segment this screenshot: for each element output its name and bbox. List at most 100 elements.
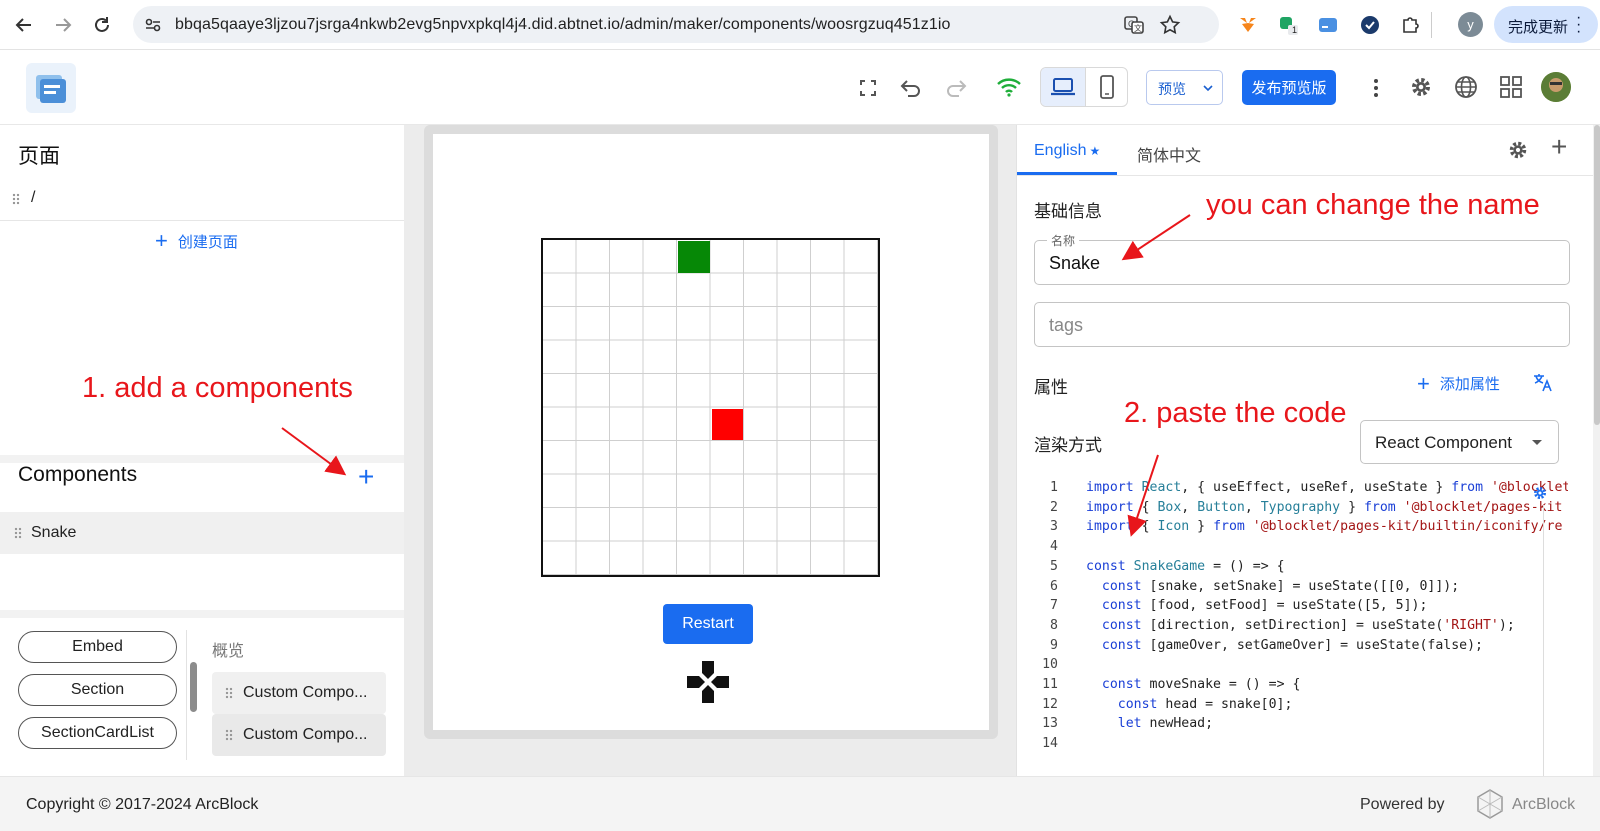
preview-select[interactable]: 预览 <box>1146 70 1223 105</box>
code-line: 10 <box>1034 657 1568 677</box>
name-field[interactable]: 名称 Snake <box>1034 232 1570 285</box>
render-mode-value: React Component <box>1375 433 1513 452</box>
line-number: 6 <box>1050 578 1058 594</box>
add-property-button[interactable]: + 添加属性 <box>1417 372 1500 394</box>
custom-component-label: Custom Compo... <box>243 726 368 743</box>
page-item-root[interactable]: / <box>12 189 35 210</box>
left-panel: 页面 / + 创建页面 Components + Snake Embed Sec… <box>0 125 404 776</box>
globe-icon[interactable] <box>1451 72 1481 102</box>
gear-icon[interactable] <box>1406 72 1436 102</box>
unsaved-star-icon: ★ <box>1089 144 1101 158</box>
palette-item-section[interactable]: Section <box>18 674 177 706</box>
restart-button[interactable]: Restart <box>663 604 753 644</box>
code-line: 5 const SnakeGame = () => { <box>1034 559 1568 579</box>
canvas-area: Restart <box>404 125 1016 776</box>
metamask-extension-icon[interactable] <box>1236 13 1260 37</box>
code-line: 2 import { Box, Button, Typography } from… <box>1034 500 1568 520</box>
gamepad-icon <box>685 659 731 710</box>
redo-icon[interactable] <box>941 73 971 103</box>
plus-icon: + <box>155 228 168 253</box>
tabs-divider <box>1017 175 1600 176</box>
wifi-icon <box>994 72 1024 102</box>
url-text: bbqa5qaaye3ljzou7jsrga4nkwb2evg5npvxpkql… <box>175 16 951 33</box>
gear-icon[interactable] <box>1507 139 1529 166</box>
fullscreen-icon[interactable] <box>853 73 883 103</box>
translate-icon[interactable]: G文 <box>1123 14 1145 41</box>
editor-settings-icon[interactable] <box>1532 485 1548 506</box>
create-page-label: 创建页面 <box>177 233 238 251</box>
brand-name: ArcBlock <box>1512 796 1576 813</box>
editor-scrollbar[interactable] <box>1543 505 1544 776</box>
reload-icon[interactable] <box>90 13 114 37</box>
divider <box>0 220 404 221</box>
scrollbar-thumb[interactable] <box>190 662 197 712</box>
snake-game-board[interactable] <box>541 238 880 577</box>
render-mode-label: 渲染方式 <box>1034 436 1102 455</box>
bookmark-star-icon[interactable] <box>1159 14 1181 41</box>
verified-extension-icon[interactable] <box>1358 13 1382 37</box>
tab-english[interactable]: English ★ <box>1034 142 1100 160</box>
code-line: 14 <box>1034 736 1568 756</box>
publish-preview-button[interactable]: 发布预览版 <box>1242 70 1336 105</box>
add-locale-icon[interactable]: + <box>1551 133 1567 161</box>
drag-handle-icon[interactable] <box>12 193 20 205</box>
line-number: 5 <box>1050 558 1058 574</box>
palette-label: Section <box>70 681 125 698</box>
app-header: 预览 发布预览版 <box>0 50 1600 125</box>
address-bar[interactable]: bbqa5qaaye3ljzou7jsrga4nkwb2evg5npvxpkql… <box>133 6 1219 43</box>
copyright-text: Copyright © 2017-2024 ArcBlock <box>26 796 259 813</box>
add-component-icon[interactable]: + <box>358 463 374 491</box>
code-text: const moveSnake = () => { <box>1101 677 1301 692</box>
tab-chinese[interactable]: 简体中文 <box>1137 142 1201 166</box>
tab-label: 简体中文 <box>1137 148 1202 165</box>
user-avatar[interactable] <box>1541 72 1571 102</box>
render-mode-select[interactable]: React Component <box>1360 420 1559 464</box>
app-logo[interactable] <box>26 63 76 113</box>
palette-item-embed[interactable]: Embed <box>18 631 177 663</box>
basic-info-title: 基础信息 <box>1034 202 1102 221</box>
create-page-button[interactable]: + 创建页面 <box>155 228 238 254</box>
screen-extension-icon[interactable] <box>1316 13 1340 37</box>
update-button[interactable]: 完成更新 · · · <box>1494 6 1598 43</box>
name-value: Snake <box>1049 253 1101 273</box>
publish-label: 发布预览版 <box>1251 80 1327 97</box>
name-label: 名称 <box>1047 232 1080 249</box>
back-icon[interactable] <box>12 13 36 37</box>
profile-avatar[interactable]: y <box>1458 12 1483 37</box>
extensions-puzzle-icon[interactable] <box>1398 13 1422 37</box>
undo-icon[interactable] <box>896 73 926 103</box>
desktop-view-icon[interactable] <box>1041 68 1085 106</box>
code-text: const [snake, setSnake] = useState([[0, … <box>1101 578 1460 594</box>
tags-field[interactable]: tags <box>1034 302 1570 347</box>
palette-divider <box>186 630 187 760</box>
chevron-down-icon <box>1203 85 1213 92</box>
line-number: 13 <box>1042 716 1058 732</box>
forward-icon[interactable] <box>51 13 75 37</box>
code-editor[interactable]: 1 import React, { useEffect, useRef, useS… <box>1034 480 1568 776</box>
palette-item-sectioncardlist[interactable]: SectionCardList <box>18 717 177 749</box>
line-number: 4 <box>1050 539 1058 555</box>
section-separator <box>0 455 404 463</box>
arcblock-logo-icon[interactable] <box>1474 788 1506 825</box>
props-title: 属性 <box>1034 378 1068 397</box>
mobile-view-icon[interactable] <box>1086 68 1127 106</box>
translate-icon[interactable] <box>1532 371 1554 398</box>
code-text: let newHead; <box>1117 716 1214 732</box>
drag-handle-icon[interactable] <box>225 687 233 699</box>
powered-by-text: Powered by <box>1360 796 1445 813</box>
drag-handle-icon[interactable] <box>225 729 233 741</box>
panel-scrollbar-thumb[interactable] <box>1594 125 1600 425</box>
component-item-snake[interactable]: Snake <box>0 512 404 554</box>
more-vert-icon[interactable] <box>1361 73 1391 103</box>
profile-initial: y <box>1467 17 1474 32</box>
line-number: 2 <box>1050 499 1058 515</box>
extension-badge-icon[interactable]: 1 <box>1276 13 1300 37</box>
site-settings-icon[interactable] <box>143 15 163 40</box>
drag-handle-icon[interactable] <box>14 527 22 539</box>
layout-grid-icon[interactable] <box>1496 72 1526 102</box>
pages-title: 页面 <box>18 145 60 168</box>
custom-component-card[interactable]: Custom Compo... <box>212 714 386 756</box>
custom-component-card[interactable]: Custom Compo... <box>212 672 386 714</box>
code-line: 1 import React, { useEffect, useRef, useS… <box>1034 480 1568 500</box>
code-text: const head = snake[0]; <box>1117 696 1293 712</box>
